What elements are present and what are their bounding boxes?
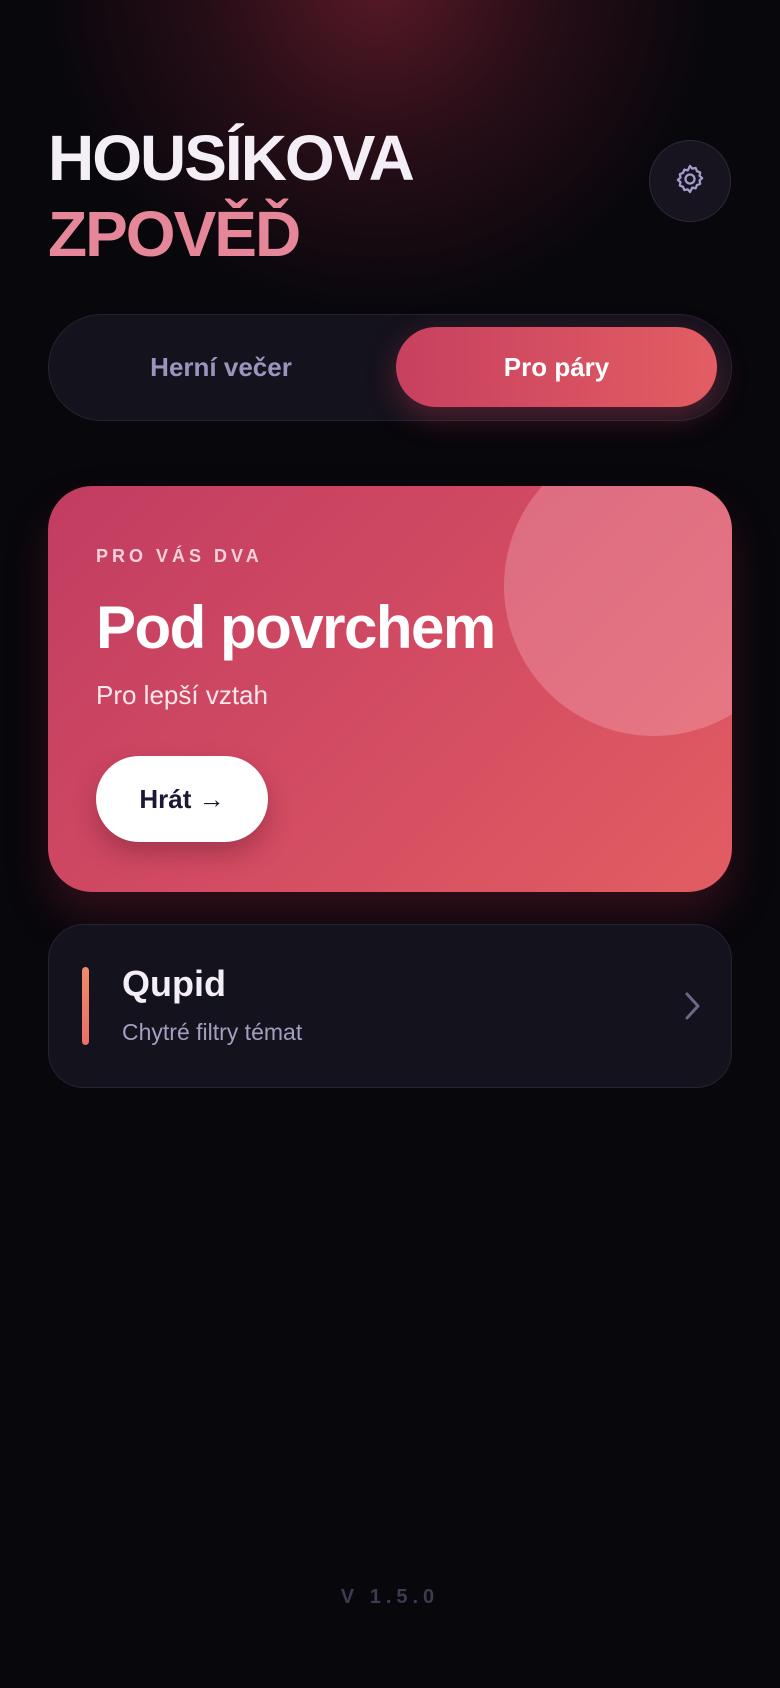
mode-switch: Herní večer Pro páry [48, 314, 732, 421]
hero-game-card[interactable]: PRO VÁS DVA Pod povrchem Pro lepší vztah… [48, 486, 732, 892]
play-button[interactable]: Hrát → [96, 756, 268, 842]
tab-herni-vecer[interactable]: Herní večer [61, 327, 381, 407]
gear-icon [673, 162, 707, 201]
app-title-line1: HOUSÍKOVA [48, 122, 415, 194]
list-item-subtitle: Chytré filtry témat [122, 1019, 303, 1045]
settings-button[interactable] [649, 140, 731, 222]
accent-bar [82, 967, 89, 1045]
chevron-right-icon [677, 989, 707, 1023]
decorative-circle [504, 486, 732, 736]
hero-subtitle: Pro lepší vztah [96, 680, 268, 710]
list-item-qupid[interactable]: Qupid Chytré filtry témat [48, 924, 732, 1088]
app-title: HOUSÍKOVA ZPOVĚĎ [48, 120, 415, 272]
list-item-title: Qupid [122, 963, 226, 1004]
hero-title: Pod povrchem [96, 594, 496, 661]
version-label: V 1.5.0 [340, 1586, 440, 1608]
app-title-line2: ZPOVĚĎ [48, 198, 301, 270]
tab-pro-pary[interactable]: Pro páry [396, 327, 717, 407]
hero-eyebrow: PRO VÁS DVA [96, 546, 263, 566]
